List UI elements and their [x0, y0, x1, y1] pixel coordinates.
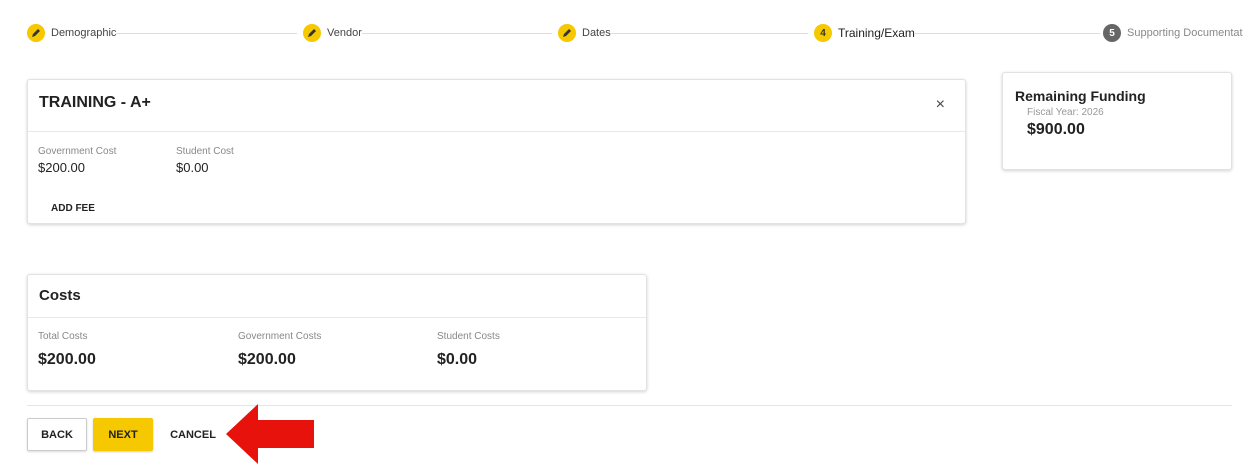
step-supporting-documentation[interactable]: 5 Supporting Documentation — [1103, 24, 1243, 42]
total-costs-field: Total Costs $200.00 — [38, 331, 96, 369]
student-costs-value: $0.00 — [437, 351, 478, 368]
back-button[interactable]: BACK — [27, 418, 87, 451]
pencil-icon — [27, 24, 45, 42]
student-costs-label: Student Costs — [437, 331, 500, 342]
step-label: Supporting Documentation — [1127, 27, 1243, 39]
next-button[interactable]: NEXT — [93, 418, 153, 451]
step-connector — [362, 33, 552, 34]
government-costs-value: $200.00 — [238, 351, 296, 368]
step-demographic[interactable]: Demographic — [27, 24, 117, 42]
add-fee-button[interactable]: ADD FEE — [51, 203, 95, 214]
total-costs-label: Total Costs — [38, 331, 88, 342]
training-card-header: TRAINING - A+ × — [28, 80, 965, 132]
close-icon[interactable]: × — [936, 96, 945, 114]
progress-stepper: Demographic Vendor Dates 4 Training/Exam… — [0, 0, 1243, 60]
training-card: TRAINING - A+ × Government Cost $200.00 … — [27, 79, 966, 224]
student-cost-value: $0.00 — [176, 160, 209, 175]
annotation-arrow-icon — [226, 404, 314, 464]
step-number: 5 — [1103, 24, 1121, 42]
step-dates[interactable]: Dates — [558, 24, 611, 42]
step-label: Vendor — [327, 27, 362, 39]
student-cost-field: Student Cost $0.00 — [176, 146, 234, 175]
remaining-funding-card: Remaining Funding Fiscal Year: 2026 $900… — [1002, 72, 1232, 170]
student-cost-label: Student Cost — [176, 146, 234, 157]
step-label: Training/Exam — [838, 26, 915, 40]
step-label: Dates — [582, 27, 611, 39]
government-cost-label: Government Cost — [38, 146, 117, 157]
funding-title: Remaining Funding — [1015, 88, 1146, 104]
footer-divider — [27, 405, 1232, 406]
step-vendor[interactable]: Vendor — [303, 24, 362, 42]
step-label: Demographic — [51, 27, 117, 39]
step-connector — [905, 33, 1100, 34]
costs-card: Costs Total Costs $200.00 Government Cos… — [27, 274, 647, 391]
costs-title: Costs — [39, 287, 81, 304]
government-costs-label: Government Costs — [238, 331, 322, 342]
step-number: 4 — [814, 24, 832, 42]
costs-card-header: Costs — [28, 275, 646, 318]
pencil-icon — [558, 24, 576, 42]
government-cost-value: $200.00 — [38, 160, 85, 175]
step-training-exam[interactable]: 4 Training/Exam — [814, 24, 915, 42]
training-title: TRAINING - A+ — [39, 94, 151, 111]
government-cost-field: Government Cost $200.00 — [38, 146, 116, 175]
government-costs-field: Government Costs $200.00 — [238, 331, 321, 369]
funding-amount: $900.00 — [1027, 121, 1085, 138]
step-connector — [610, 33, 808, 34]
fiscal-year: Fiscal Year: 2026 — [1027, 107, 1104, 118]
total-costs-value: $200.00 — [38, 351, 96, 368]
pencil-icon — [303, 24, 321, 42]
cancel-button[interactable]: CANCEL — [163, 418, 223, 451]
student-costs-field: Student Costs $0.00 — [437, 331, 500, 369]
step-connector — [112, 33, 297, 34]
